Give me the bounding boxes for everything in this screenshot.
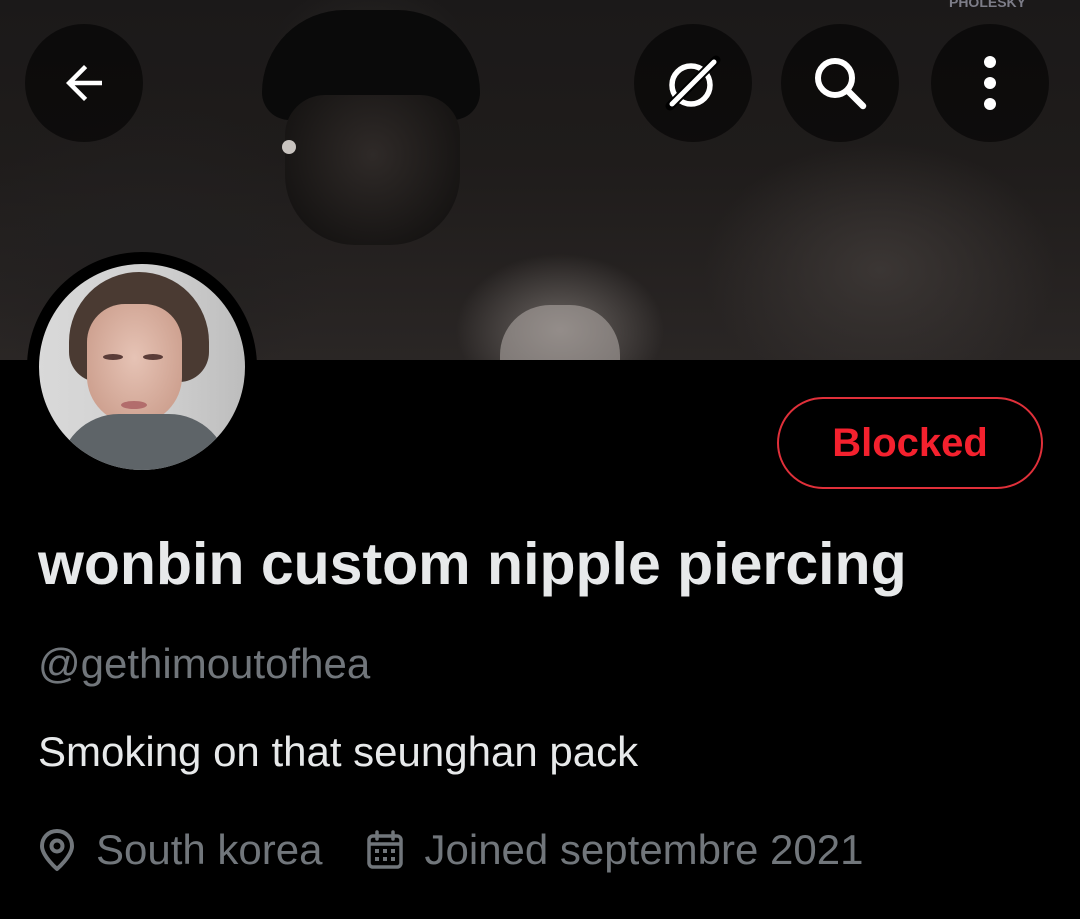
banner-watermark: PHOLESKY xyxy=(948,0,1026,10)
location-pin-icon xyxy=(40,829,74,871)
search-icon xyxy=(815,58,867,110)
banner-figure-face xyxy=(285,95,460,245)
arrow-left-icon xyxy=(66,65,102,101)
blocked-button[interactable]: Blocked xyxy=(777,397,1043,489)
search-button[interactable] xyxy=(781,24,899,142)
grok-button[interactable] xyxy=(634,24,752,142)
avatar-body xyxy=(59,414,229,470)
banner-glint xyxy=(282,140,296,154)
avatar-eye-right xyxy=(143,354,163,360)
profile-avatar[interactable] xyxy=(27,252,257,482)
avatar-eye-left xyxy=(103,354,123,360)
back-button[interactable] xyxy=(25,24,143,142)
grok-slash-circle-icon xyxy=(665,55,721,111)
location-item: South korea xyxy=(38,826,323,874)
more-options-button[interactable] xyxy=(931,24,1049,142)
profile-bio: Smoking on that seunghan pack xyxy=(38,728,639,775)
vertical-ellipsis-icon xyxy=(984,56,996,110)
joined-date-text: Joined septembre 2021 xyxy=(424,826,864,873)
avatar-image xyxy=(39,264,245,470)
calendar-icon xyxy=(366,830,403,869)
location-text: South korea xyxy=(96,826,323,873)
joined-item: Joined septembre 2021 xyxy=(365,826,864,874)
avatar-lips xyxy=(121,401,147,409)
profile-meta-row: South korea Joined septembre 2021 xyxy=(38,822,863,878)
display-name: wonbin custom nipple piercing xyxy=(38,531,907,597)
banner-figure-shirt xyxy=(500,305,620,360)
user-handle: @gethimoutofhea xyxy=(38,640,371,687)
